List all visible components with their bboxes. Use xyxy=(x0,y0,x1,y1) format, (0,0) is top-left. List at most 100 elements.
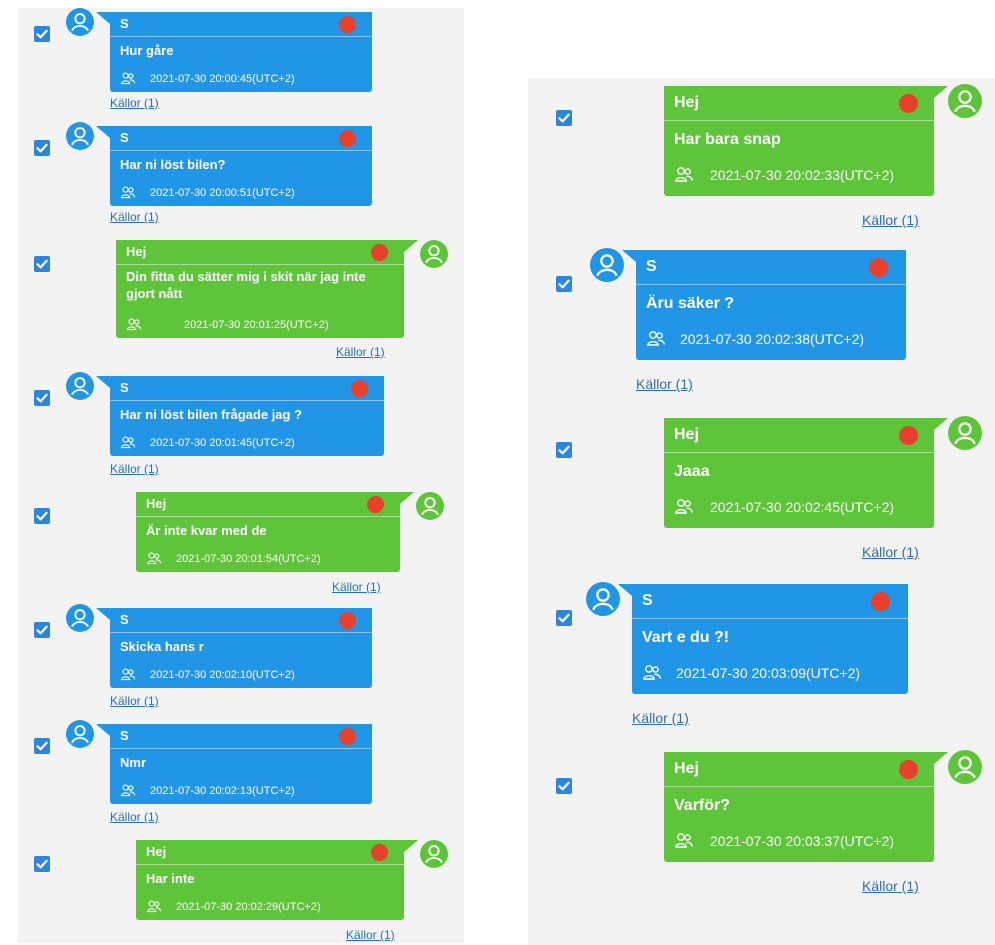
sources-link[interactable]: Källor (1) xyxy=(110,462,159,476)
user-avatar-icon xyxy=(586,582,620,616)
message-checkbox[interactable] xyxy=(556,610,572,626)
message-footer: 2021-07-30 20:00:51(UTC+2) xyxy=(120,184,366,202)
message-timestamp: 2021-07-30 20:02:29(UTC+2) xyxy=(176,901,321,913)
sender-name: S xyxy=(120,728,129,743)
sources-link[interactable]: Källor (1) xyxy=(332,580,381,594)
sender-name: S xyxy=(646,258,657,275)
message-timestamp: 2021-07-30 20:02:45(UTC+2) xyxy=(710,499,895,515)
message-bubble: S Har ni löst bilen frågade jag ? 2021-0… xyxy=(96,376,384,456)
status-dot-icon xyxy=(371,844,388,861)
user-avatar-icon xyxy=(66,8,94,36)
message-checkbox[interactable] xyxy=(34,738,50,754)
status-dot-icon xyxy=(899,760,918,779)
message-timestamp: 2021-07-30 20:02:10(UTC+2) xyxy=(150,669,295,681)
message-header: S xyxy=(636,250,906,285)
message-text: Har bara snap xyxy=(674,131,781,148)
sources-link[interactable]: Källor (1) xyxy=(110,96,159,110)
message-text: Jaaa xyxy=(674,463,710,480)
message-text: Är inte kvar med de xyxy=(146,523,267,538)
status-dot-icon xyxy=(899,94,918,113)
user-avatar-icon xyxy=(416,492,444,520)
user-avatar-icon xyxy=(948,84,982,118)
message-text: Varför? xyxy=(674,797,731,814)
status-dot-icon xyxy=(351,380,368,397)
sender-name: S xyxy=(120,16,129,31)
status-dot-icon xyxy=(899,426,918,445)
user-avatar-icon xyxy=(948,416,982,450)
status-dot-icon xyxy=(339,728,356,745)
message-header: S xyxy=(110,12,372,37)
message-footer: 2021-07-30 20:03:37(UTC+2) xyxy=(674,830,928,852)
message-checkbox[interactable] xyxy=(34,390,50,406)
message-bubble: Hej Jaaa 2021-07-30 20:02:45(UTC+2) xyxy=(664,418,948,528)
message-checkbox[interactable] xyxy=(34,140,50,156)
message-timestamp: 2021-07-30 20:02:38(UTC+2) xyxy=(680,331,865,347)
message-footer: 2021-07-30 20:00:45(UTC+2) xyxy=(120,70,366,88)
message-text: Har ni löst bilen? xyxy=(120,157,226,172)
message-footer: 2021-07-30 20:02:33(UTC+2) xyxy=(674,164,928,186)
message-bubble: Hej Varför? 2021-07-30 20:03:37(UTC+2) xyxy=(664,752,948,862)
message-checkbox[interactable] xyxy=(556,276,572,292)
user-avatar-icon xyxy=(66,604,94,632)
sources-link[interactable]: Källor (1) xyxy=(336,345,385,359)
user-avatar-icon xyxy=(948,750,982,784)
message-bubble: Hej Är inte kvar med de 2021-07-30 20:01… xyxy=(136,492,414,572)
message-header: S xyxy=(632,584,908,619)
sources-link[interactable]: Källor (1) xyxy=(632,710,689,726)
sources-link[interactable]: Källor (1) xyxy=(862,878,919,894)
status-dot-icon xyxy=(339,16,356,33)
message-header: Hej xyxy=(136,492,400,517)
message-timestamp: 2021-07-30 20:03:09(UTC+2) xyxy=(676,665,861,681)
message-timestamp: 2021-07-30 20:01:25(UTC+2) xyxy=(184,319,329,331)
message-bubble: S Skicka hans r 2021-07-30 20:02:10(UTC+… xyxy=(96,608,372,688)
message-header: S xyxy=(110,608,372,633)
sources-link[interactable]: Källor (1) xyxy=(110,210,159,224)
message-timestamp: 2021-07-30 20:00:45(UTC+2) xyxy=(150,73,295,85)
message-footer: 2021-07-30 20:02:29(UTC+2) xyxy=(146,898,398,916)
message-checkbox[interactable] xyxy=(34,26,50,42)
message-checkbox[interactable] xyxy=(556,778,572,794)
message-checkbox[interactable] xyxy=(34,856,50,872)
message-footer: 2021-07-30 20:03:09(UTC+2) xyxy=(642,662,902,684)
user-avatar-icon xyxy=(420,240,448,268)
user-avatar-icon xyxy=(420,840,448,868)
message-header: S xyxy=(110,724,372,749)
sources-link[interactable]: Källor (1) xyxy=(110,694,159,708)
message-footer: 2021-07-30 20:02:10(UTC+2) xyxy=(120,666,366,684)
message-bubble: S Äru säker ? 2021-07-30 20:02:38(UTC+2) xyxy=(622,250,906,360)
message-text: Din fitta du sätter mig i skit när jag i… xyxy=(126,269,366,301)
message-checkbox[interactable] xyxy=(34,508,50,524)
sender-name: Hej xyxy=(674,426,699,443)
message-text: Äru säker ? xyxy=(646,295,735,312)
sender-name: Hej xyxy=(674,760,699,777)
message-header: Hej xyxy=(136,840,404,865)
message-text: Skicka hans r xyxy=(120,639,204,654)
message-checkbox[interactable] xyxy=(556,110,572,126)
message-checkbox[interactable] xyxy=(34,256,50,272)
status-dot-icon xyxy=(339,612,356,629)
message-timestamp: 2021-07-30 20:03:37(UTC+2) xyxy=(710,833,895,849)
sources-link[interactable]: Källor (1) xyxy=(636,376,693,392)
message-checkbox[interactable] xyxy=(556,442,572,458)
sender-name: S xyxy=(120,612,129,627)
message-bubble: Hej Din fitta du sätter mig i skit när j… xyxy=(116,240,418,338)
message-bubble: S Nmr 2021-07-30 20:02:13(UTC+2) xyxy=(96,724,372,804)
message-header: Hej xyxy=(116,240,404,265)
sources-link[interactable]: Källor (1) xyxy=(110,810,159,824)
status-dot-icon xyxy=(367,496,384,513)
message-timestamp: 2021-07-30 20:01:54(UTC+2) xyxy=(176,553,321,565)
message-timestamp: 2021-07-30 20:02:33(UTC+2) xyxy=(710,167,895,183)
message-checkbox[interactable] xyxy=(34,622,50,638)
sender-name: Hej xyxy=(674,94,699,111)
sender-name: Hej xyxy=(126,244,147,259)
message-bubble: Hej Har bara snap 2021-07-30 20:02:33(UT… xyxy=(664,86,948,196)
sources-link[interactable]: Källor (1) xyxy=(862,212,919,228)
sources-link[interactable]: Källor (1) xyxy=(862,544,919,560)
sources-link[interactable]: Källor (1) xyxy=(346,928,395,942)
message-timestamp: 2021-07-30 20:01:45(UTC+2) xyxy=(150,437,295,449)
status-dot-icon xyxy=(871,592,890,611)
message-header: Hej xyxy=(664,752,934,787)
message-bubble: S Vart e du ?! 2021-07-30 20:03:09(UTC+2… xyxy=(618,584,908,694)
sender-name: S xyxy=(642,592,653,609)
message-text: Hur gåre xyxy=(120,43,174,58)
